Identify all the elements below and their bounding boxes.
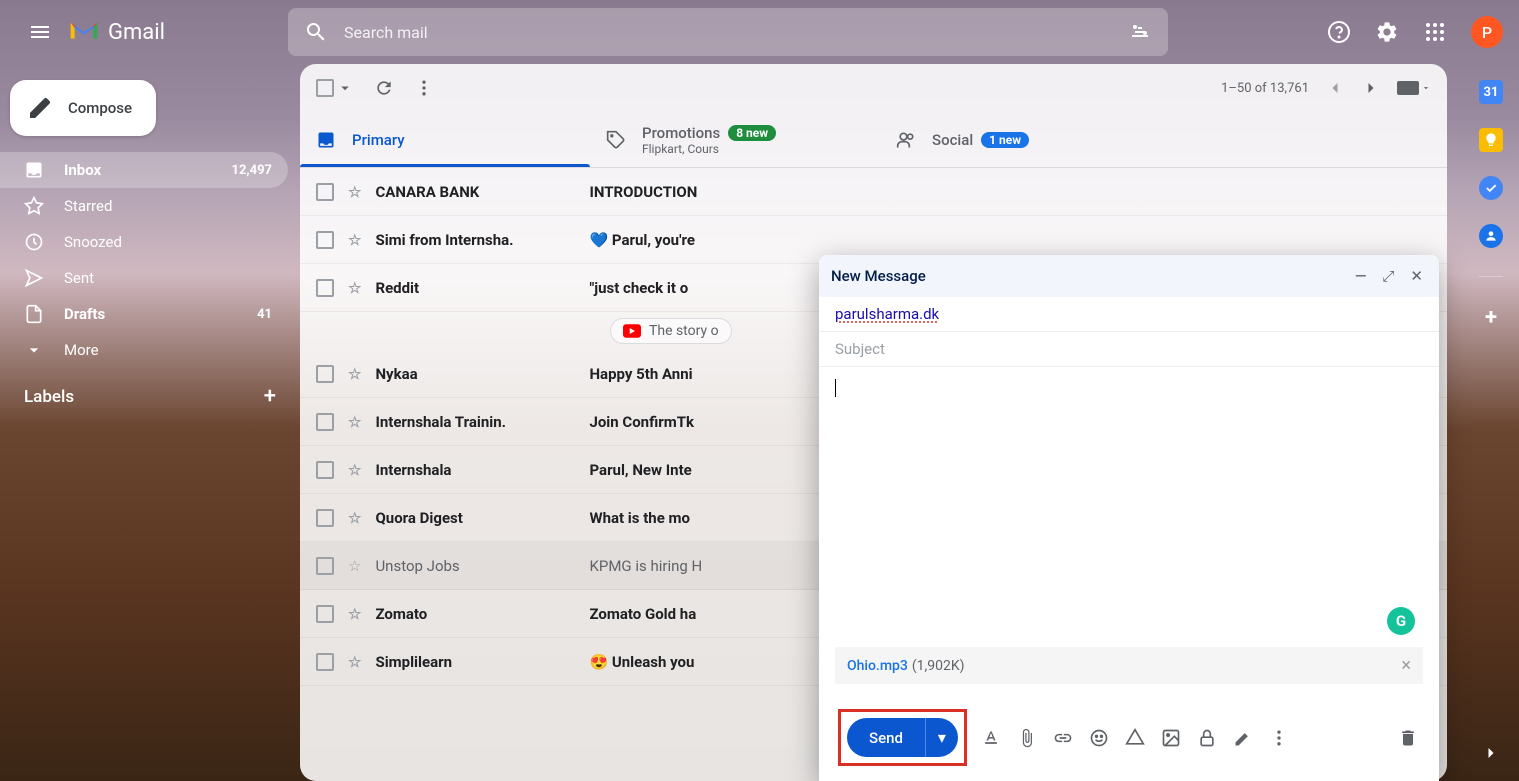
insert-photo-icon[interactable] (1161, 728, 1183, 748)
add-addon-button[interactable]: + (1479, 305, 1503, 329)
compose-body[interactable]: G (819, 367, 1439, 647)
more-button[interactable] (414, 78, 434, 98)
insert-signature-icon[interactable] (1233, 728, 1255, 748)
row-checkbox[interactable] (316, 653, 334, 671)
pencil-icon (28, 96, 52, 120)
inbox-tab-icon (316, 130, 336, 150)
labels-heading: Labels + (0, 368, 300, 417)
compose-label: Compose (68, 99, 132, 117)
contacts-icon[interactable] (1479, 224, 1503, 248)
gmail-logo[interactable]: Gmail (68, 20, 288, 45)
row-checkbox[interactable] (316, 183, 334, 201)
inbox-icon (24, 160, 44, 180)
star-icon[interactable]: ☆ (348, 279, 361, 297)
star-icon[interactable]: ☆ (348, 365, 361, 383)
tag-icon (606, 130, 626, 150)
minimize-icon[interactable]: — (1351, 263, 1371, 289)
pagination-text: 1–50 of 13,761 (1221, 81, 1309, 96)
help-icon[interactable] (1319, 12, 1359, 52)
star-icon[interactable]: ☆ (348, 231, 361, 249)
toolbar: 1–50 of 13,761 (300, 64, 1447, 112)
send-button[interactable]: Send ▾ (847, 718, 958, 757)
clock-icon (24, 232, 44, 252)
insert-drive-icon[interactable] (1125, 728, 1147, 748)
category-tabs: Primary Promotions8 new Flipkart, Cours … (300, 112, 1447, 168)
sidebar-item-snoozed[interactable]: Snoozed (0, 224, 288, 260)
search-icon (304, 20, 328, 44)
discard-draft-icon[interactable] (1398, 728, 1420, 748)
fullscreen-icon[interactable]: ⤢ (1378, 263, 1398, 289)
account-avatar[interactable]: P (1471, 16, 1503, 48)
compose-window: New Message — ⤢ ✕ parulsharma.dk Subject… (819, 255, 1439, 781)
calendar-icon[interactable]: 31 (1479, 80, 1503, 104)
more-options-icon[interactable] (1269, 728, 1291, 748)
people-icon (896, 130, 916, 150)
tab-social[interactable]: Social1 new (880, 112, 1170, 167)
sidebar-item-drafts[interactable]: Drafts 41 (0, 296, 288, 332)
next-page-button[interactable] (1361, 78, 1381, 98)
collapse-panel-button[interactable] (1479, 741, 1503, 765)
star-icon[interactable]: ☆ (348, 653, 361, 671)
prev-page-button[interactable] (1325, 78, 1345, 98)
attach-file-icon[interactable] (1017, 728, 1039, 748)
search-bar[interactable] (288, 8, 1168, 56)
tab-primary[interactable]: Primary (300, 112, 590, 167)
settings-icon[interactable] (1367, 12, 1407, 52)
insert-emoji-icon[interactable] (1089, 728, 1111, 748)
row-checkbox[interactable] (316, 605, 334, 623)
keep-icon[interactable] (1479, 128, 1503, 152)
to-field[interactable]: parulsharma.dk (819, 297, 1439, 332)
input-tools-button[interactable] (1397, 81, 1431, 95)
star-icon[interactable]: ☆ (348, 509, 361, 527)
compose-footer: Send ▾ (819, 694, 1439, 781)
sidebar-item-sent[interactable]: Sent (0, 260, 288, 296)
close-icon[interactable]: ✕ (1406, 263, 1427, 289)
compose-title: New Message (831, 267, 926, 285)
star-icon (24, 196, 44, 216)
row-checkbox[interactable] (316, 413, 334, 431)
confidential-mode-icon[interactable] (1197, 728, 1219, 748)
star-icon[interactable]: ☆ (348, 557, 361, 575)
compose-header[interactable]: New Message — ⤢ ✕ (819, 255, 1439, 297)
subject-field[interactable]: Subject (819, 332, 1439, 367)
attachment-chip[interactable]: Ohio.mp3 (1,902K) × (835, 647, 1423, 684)
row-checkbox[interactable] (316, 279, 334, 297)
apps-icon[interactable] (1415, 12, 1455, 52)
grammarly-icon[interactable]: G (1387, 607, 1415, 635)
file-icon (24, 304, 44, 324)
row-checkbox[interactable] (316, 231, 334, 249)
search-options-icon[interactable] (1128, 20, 1152, 44)
add-label-button[interactable]: + (264, 384, 276, 409)
youtube-icon (623, 324, 641, 338)
row-checkbox[interactable] (316, 509, 334, 527)
star-icon[interactable]: ☆ (348, 461, 361, 479)
insert-link-icon[interactable] (1053, 728, 1075, 748)
email-row[interactable]: ☆CANARA BANKINTRODUCTION (300, 168, 1447, 216)
search-input[interactable] (344, 23, 1112, 42)
star-icon[interactable]: ☆ (348, 413, 361, 431)
select-all-checkbox[interactable] (316, 79, 354, 97)
tasks-icon[interactable] (1479, 176, 1503, 200)
side-panel: 31 + (1463, 64, 1519, 781)
app-name: Gmail (108, 20, 165, 45)
row-checkbox[interactable] (316, 365, 334, 383)
format-text-icon[interactable] (981, 728, 1003, 748)
sidebar-item-starred[interactable]: Starred (0, 188, 288, 224)
star-icon[interactable]: ☆ (348, 605, 361, 623)
refresh-button[interactable] (374, 78, 394, 98)
compose-button[interactable]: Compose (10, 80, 156, 136)
tab-promotions[interactable]: Promotions8 new Flipkart, Cours (590, 112, 880, 167)
send-icon (24, 268, 44, 288)
send-options-dropdown[interactable]: ▾ (925, 718, 958, 757)
row-checkbox[interactable] (316, 557, 334, 575)
remove-attachment-icon[interactable]: × (1401, 655, 1411, 676)
sidebar-item-inbox[interactable]: Inbox 12,497 (0, 152, 288, 188)
row-checkbox[interactable] (316, 461, 334, 479)
main-menu-button[interactable] (16, 8, 64, 56)
star-icon[interactable]: ☆ (348, 183, 361, 201)
youtube-chip[interactable]: The story o (610, 318, 732, 344)
chevron-down-icon (24, 340, 44, 360)
sidebar-item-more[interactable]: More (0, 332, 288, 368)
sidebar: Compose Inbox 12,497 Starred Snoozed Sen… (0, 64, 300, 781)
